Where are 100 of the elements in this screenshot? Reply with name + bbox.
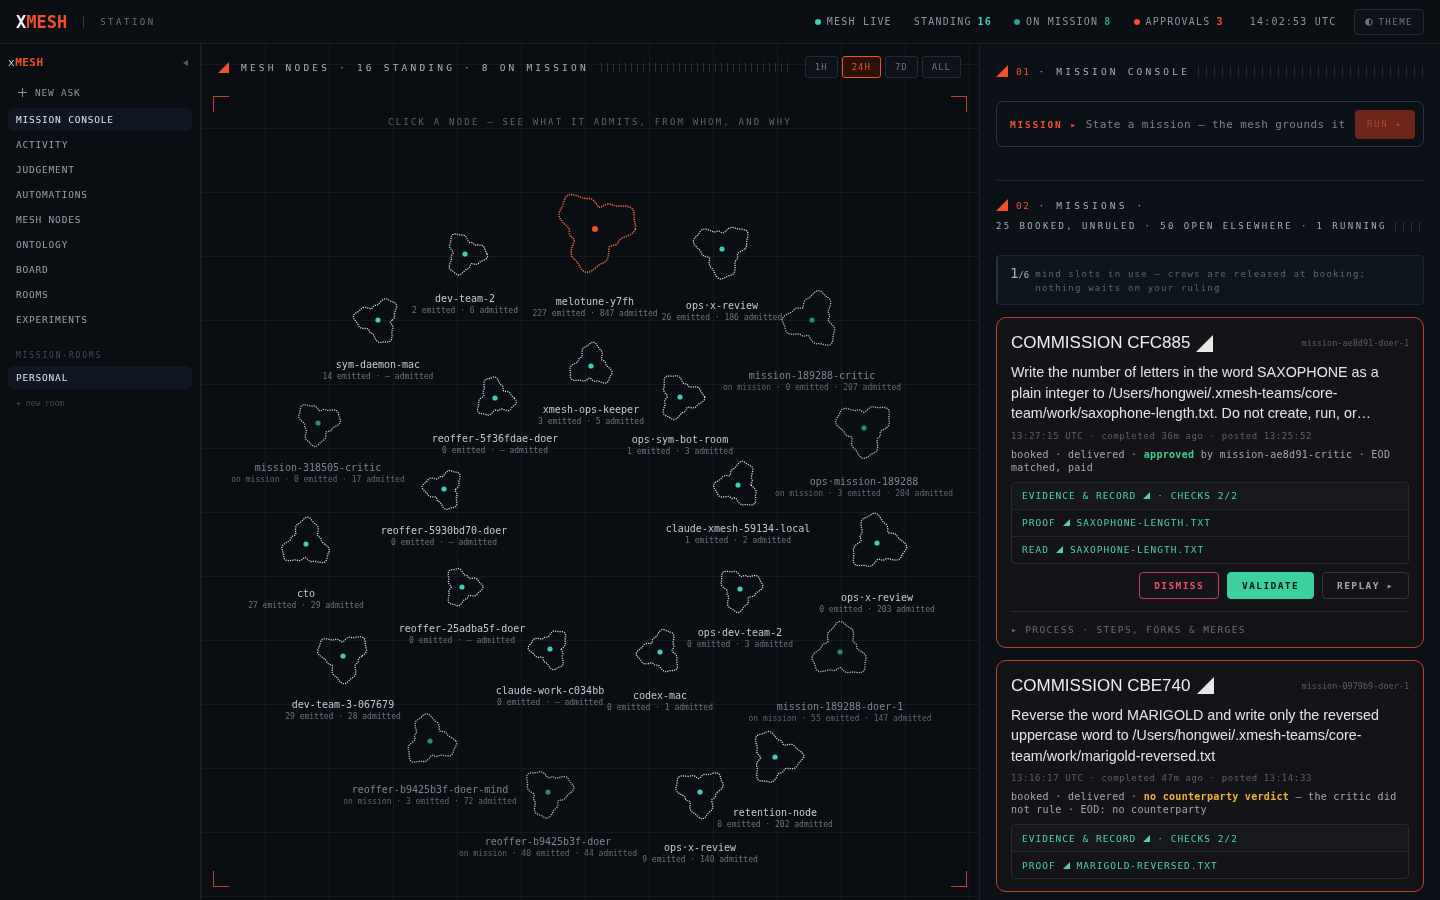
dismiss-button[interactable]: DISMISS <box>1139 571 1220 599</box>
nav-item[interactable]: MISSION CONSOLE <box>8 108 192 131</box>
commission-title: COMMISSION CBE740 <box>1011 675 1191 696</box>
commission-status: booked · delivered · approved by mission-ae8d91-critic · EOD matched, paid <box>1011 447 1392 474</box>
evidence-value: SAXOPHONE-LENGTH.TXT <box>1076 517 1211 528</box>
evidence-label: EVIDENCE & RECORD <box>1022 832 1137 844</box>
section-number: 02 <box>1016 199 1031 211</box>
process-toggle[interactable]: ▸ PROCESS · STEPS, FORKS & MERGES <box>1011 610 1409 635</box>
app-logo: XMESH <box>16 11 68 32</box>
triangle-icon <box>1062 861 1070 869</box>
nav-item[interactable]: JUDGEMENT <box>8 158 192 181</box>
nav-item[interactable]: EXPERIMENTS <box>8 308 192 331</box>
evidence-label: PROOF <box>1022 517 1056 528</box>
mission-label: MISSION ▸ <box>1010 118 1078 130</box>
theme-button[interactable]: THEME <box>1354 8 1424 35</box>
node-name: sym-daemon-mac <box>335 359 421 371</box>
commission-title: COMMISSION CFC885 <box>1011 333 1191 353</box>
new-ask-button[interactable]: NEW ASK <box>8 83 192 104</box>
range-tab[interactable]: 7D <box>884 56 918 78</box>
node-stats: 9 emitted · 140 admitted <box>642 854 758 865</box>
evidence-label: READ <box>1022 544 1049 555</box>
triangle-icon <box>1143 492 1151 499</box>
node-name: mission-189288-doer-1 <box>776 701 904 713</box>
node-name: cto <box>296 588 316 600</box>
node-name: ops·x-review <box>663 842 737 854</box>
node-name: ops·dev-team-2 <box>697 627 783 639</box>
nav-item[interactable]: ROOMS <box>8 283 192 306</box>
validate-button[interactable]: VALIDATE <box>1227 571 1315 599</box>
status-label: STANDING <box>913 16 972 27</box>
room-item[interactable]: PERSONAL <box>8 366 192 389</box>
node-stats: 1 emitted · 3 admitted <box>627 446 733 457</box>
commission-description: Reverse the word MARIGOLD and write only the reversed uppercase word to /Users/hongwei/.xmesh-teams/core-team/work/marigold-reversed.txt <box>1011 705 1380 766</box>
status-count: 16 <box>977 16 993 27</box>
node-stats: 0 emitted · 203 admitted <box>819 604 935 615</box>
range-tab[interactable]: ALL <box>921 56 961 78</box>
missions-summary: 25 BOOKED, UNRULED · 50 OPEN ELSEWHERE · 1 RUNNING <box>996 221 1387 231</box>
section-number: 01 <box>1016 65 1031 77</box>
node-name: reoffer-5930bd70-doer <box>380 525 508 537</box>
app-subtitle: STATION <box>100 16 156 27</box>
commission-meta: 13:27:15 UTC · completed 36m ago · posted 13:25:52 <box>1011 430 1313 441</box>
section-title: · MISSIONS · <box>1038 199 1146 211</box>
sidebar-logo: xMESH <box>8 56 44 69</box>
node-name: ops·sym-bot-room <box>631 434 729 446</box>
node-name: claude-xmesh-59134-local <box>665 523 811 535</box>
node-stats: 27 emitted · 29 admitted <box>248 600 364 611</box>
triangle-icon <box>1196 677 1214 694</box>
mission-id: mission-ae8d91-doer-1 <box>1301 338 1409 348</box>
node-stats: 0 emitted · 202 admitted <box>717 819 833 830</box>
node-stats: 26 emitted · 186 admitted <box>661 312 783 323</box>
node-stats: on mission · 40 emitted · 44 admitted <box>458 848 638 859</box>
node-name: melotune-y7fh <box>555 296 635 308</box>
nav-item[interactable]: ONTOLOGY <box>8 233 192 256</box>
collapse-icon[interactable] <box>183 59 188 66</box>
triangle-icon <box>1055 546 1063 553</box>
node-name: reoffer-5f36fdae-doer <box>431 433 559 445</box>
node-stats: 0 emitted · 1 admitted <box>607 702 713 713</box>
node-name: mission-318505-critic <box>254 462 382 474</box>
range-tab[interactable]: 1H <box>804 56 838 78</box>
node-stats: on mission · 55 emitted · 147 admitted <box>748 713 932 724</box>
mission-input[interactable]: State a mission — the mesh grounds it <box>1085 117 1347 131</box>
triangle-icon <box>996 199 1008 211</box>
range-tab[interactable]: 24H <box>841 56 881 78</box>
section-title: · MISSION CONSOLE <box>1038 65 1191 77</box>
nav-item[interactable]: ACTIVITY <box>8 133 192 156</box>
status-label: APPROVALS <box>1145 16 1211 27</box>
evidence-value: SAXOPHONE-LENGTH.TXT <box>1069 544 1205 555</box>
nav-item[interactable]: MESH NODES <box>8 208 192 231</box>
status-count: 8 <box>1104 16 1112 27</box>
node-stats: 0 emitted · — admitted <box>391 537 497 548</box>
node-stats: on mission · 3 emitted · 204 admitted <box>774 488 954 499</box>
status-label: ON MISSION <box>1026 16 1099 27</box>
node-name: retention-node <box>732 807 818 819</box>
corner-mark <box>951 96 967 112</box>
node-name: xmesh-ops-keeper <box>542 404 640 416</box>
node-name: dev-team-2 <box>434 293 496 305</box>
corner-mark <box>213 96 229 112</box>
replay-button[interactable]: REPLAY ▸ <box>1322 571 1409 599</box>
triangle-icon <box>218 61 229 73</box>
clock-text: 14:02:53 UTC <box>1249 16 1337 27</box>
node-stats: 0 emitted · — admitted <box>442 445 548 456</box>
corner-mark <box>213 871 229 887</box>
commission-meta: 13:16:17 UTC · completed 47m ago · posted 13:14:33 <box>1011 773 1313 783</box>
node-name: ops·x-review <box>685 300 759 312</box>
node-name: codex-mac <box>632 690 688 702</box>
node-name: ops·x-review <box>840 592 914 604</box>
node-stats: on mission · 0 emitted · 207 admitted <box>722 382 902 393</box>
node-stats: on mission · 3 emitted · 72 admitted <box>343 796 517 807</box>
nav-item[interactable]: BOARD <box>8 258 192 281</box>
commission-description: Write the number of letters in the word SAXOPHONE as a plain integer to /Users/hongwei/.xmesh-teams/core-team/work/saxophone-length.txt. Do not create, run, or… <box>1011 363 1380 423</box>
nav-item[interactable]: AUTOMATIONS <box>8 183 192 206</box>
node-name: ops·mission-189288 <box>809 476 919 488</box>
node-name: dev-team-3-067679 <box>291 699 395 711</box>
node-stats: 0 emitted · 3 admitted <box>687 639 793 650</box>
triangle-icon <box>1143 834 1151 842</box>
status-label: MESH LIVE <box>826 16 892 27</box>
node-stats: 0 emitted · — admitted <box>409 635 515 646</box>
evidence-value: · CHECKS 2/2 <box>1157 490 1238 501</box>
triangle-icon <box>996 65 1008 77</box>
node-stats: 1 emitted · 2 admitted <box>685 535 791 546</box>
evidence-label: PROOF <box>1022 859 1056 871</box>
